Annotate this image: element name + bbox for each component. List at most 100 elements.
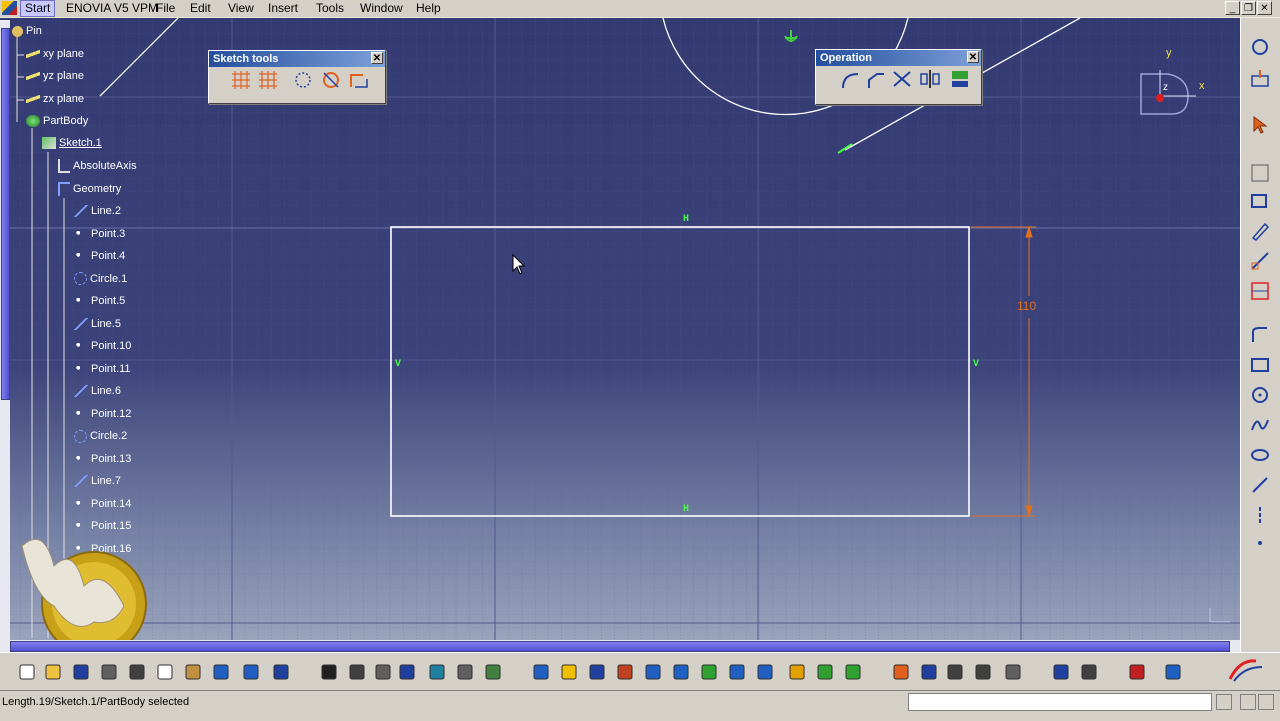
- horizontal-scrollbar-thumb[interactable]: [10, 641, 1230, 652]
- spline-icon[interactable]: [1249, 414, 1271, 436]
- rectangle-icon[interactable]: [1249, 354, 1271, 376]
- catia-app-icon[interactable]: [2, 1, 17, 15]
- sketch-tools-toolbar[interactable]: Sketch tools ✕: [208, 50, 386, 104]
- operation-toolbar[interactable]: Operation ✕: [815, 49, 982, 105]
- cut-icon[interactable]: [126, 661, 148, 683]
- copy-icon[interactable]: [154, 661, 176, 683]
- iso-view-icon[interactable]: [754, 661, 776, 683]
- hide-icon[interactable]: [814, 661, 836, 683]
- profile-icon[interactable]: [1249, 162, 1271, 184]
- dimensional-constraints-icon[interactable]: [347, 69, 371, 91]
- menu-start[interactable]: Start: [20, 0, 56, 17]
- close-window-button[interactable]: ✕: [1257, 1, 1272, 15]
- list-icon[interactable]: [944, 661, 966, 683]
- tree-scrollbar[interactable]: [0, 20, 10, 640]
- exit-workbench-icon[interactable]: [1249, 36, 1271, 58]
- construction-element-icon[interactable]: [291, 69, 315, 91]
- undo-icon[interactable]: [210, 661, 232, 683]
- trim-icon[interactable]: [890, 68, 914, 90]
- tree-item-geometry-element[interactable]: Line.7: [74, 473, 121, 489]
- zoom-in-icon[interactable]: [642, 661, 664, 683]
- project-3d-elements-icon[interactable]: [948, 68, 972, 90]
- shading-icon[interactable]: [786, 661, 808, 683]
- apply-material-icon[interactable]: [1126, 661, 1148, 683]
- menu-enovia[interactable]: ENOVIA V5 VPM: [62, 1, 162, 16]
- part-icon[interactable]: [1078, 661, 1100, 683]
- tree-item-geometry-element[interactable]: Point.13: [74, 451, 131, 467]
- rectangle-tool-icon[interactable]: [1249, 190, 1271, 212]
- tree-item-geometry-element[interactable]: Line.6: [74, 383, 121, 399]
- constraint-icon[interactable]: [890, 661, 912, 683]
- restore-button[interactable]: ❐: [1241, 1, 1256, 15]
- horizontal-scrollbar[interactable]: [0, 640, 1240, 652]
- close-icon[interactable]: ✕: [371, 52, 383, 64]
- pan-icon[interactable]: [586, 661, 608, 683]
- catalog-icon[interactable]: [426, 661, 448, 683]
- rotate-icon[interactable]: [614, 661, 636, 683]
- mirror-icon[interactable]: [918, 68, 942, 90]
- minimize-button[interactable]: _: [1225, 1, 1240, 15]
- tree-item-xy-plane[interactable]: xy plane: [26, 46, 84, 62]
- redo-icon[interactable]: [240, 661, 262, 683]
- pencil-icon[interactable]: [1249, 220, 1271, 242]
- tree-item-geometry[interactable]: Geometry: [58, 181, 121, 197]
- tree-item-geometry-element[interactable]: Point.3: [74, 226, 125, 242]
- tree-item-absolute-axis[interactable]: AbsoluteAxis: [58, 158, 137, 174]
- command-button-3[interactable]: [1258, 694, 1274, 710]
- formula-icon[interactable]: [318, 661, 340, 683]
- line-icon[interactable]: [1249, 474, 1271, 496]
- multi-view-icon[interactable]: [726, 661, 748, 683]
- knowledge-icon[interactable]: [346, 661, 368, 683]
- ellipse-icon[interactable]: [1249, 444, 1271, 466]
- sketch-viewport[interactable]: H H V V 110 y x z Pin xy plane yz plane …: [0, 18, 1240, 640]
- command-button[interactable]: [1216, 694, 1232, 710]
- tree-item-geometry-element[interactable]: Point.4: [74, 248, 125, 264]
- tree-item-geometry-element[interactable]: Line.2: [74, 203, 121, 219]
- menu-insert[interactable]: Insert: [264, 1, 302, 16]
- save-icon[interactable]: [70, 661, 92, 683]
- tree-item-geometry-element[interactable]: Point.14: [74, 496, 131, 512]
- parameters-icon[interactable]: [972, 661, 994, 683]
- command-input[interactable]: [908, 693, 1212, 711]
- print-icon[interactable]: [98, 661, 120, 683]
- workbench-icon[interactable]: [1162, 661, 1184, 683]
- select-arrow-icon[interactable]: [1249, 114, 1271, 136]
- zoom-out-icon[interactable]: [670, 661, 692, 683]
- menu-file[interactable]: File: [152, 1, 179, 16]
- circle-icon[interactable]: [1249, 384, 1271, 406]
- dimension-value[interactable]: 110: [1017, 299, 1036, 313]
- tree-item-geometry-element[interactable]: Point.11: [74, 361, 131, 377]
- swap-visible-icon[interactable]: [842, 661, 864, 683]
- tree-item-partbody[interactable]: PartBody: [26, 113, 88, 129]
- tree-root[interactable]: Pin: [12, 23, 42, 39]
- profile-tool-icon[interactable]: [1249, 324, 1271, 346]
- tree-item-sketch[interactable]: Sketch.1: [42, 135, 102, 151]
- tree-item-geometry-element[interactable]: Point.10: [74, 338, 131, 354]
- menu-edit[interactable]: Edit: [186, 1, 215, 16]
- tree-item-geometry-element[interactable]: Line.5: [74, 316, 121, 332]
- hide-show-icon[interactable]: [530, 661, 552, 683]
- analyze-icon[interactable]: [482, 661, 504, 683]
- toolbar-icon[interactable]: [918, 661, 940, 683]
- sketch-icon[interactable]: [1249, 68, 1271, 90]
- fit-all-icon[interactable]: [558, 661, 580, 683]
- command-button-2[interactable]: [1240, 694, 1256, 710]
- new-document-icon[interactable]: [16, 661, 38, 683]
- menu-window[interactable]: Window: [356, 1, 407, 16]
- tree-item-geometry-element[interactable]: Point.12: [74, 406, 131, 422]
- tree-item-geometry-element[interactable]: Circle.2: [74, 428, 127, 444]
- law-icon[interactable]: [372, 661, 394, 683]
- grid-icon[interactable]: [229, 69, 253, 91]
- help-icon[interactable]: [270, 661, 292, 683]
- tree-item-geometry-element[interactable]: Circle.1: [74, 271, 127, 287]
- tree-scrollbar-thumb[interactable]: [1, 28, 10, 400]
- close-icon[interactable]: ✕: [967, 51, 979, 63]
- measure-icon[interactable]: [1249, 250, 1271, 272]
- tree-item-geometry-element[interactable]: Point.5: [74, 293, 125, 309]
- geometrical-constraints-icon[interactable]: [319, 69, 343, 91]
- lock-icon[interactable]: [454, 661, 476, 683]
- open-folder-icon[interactable]: [42, 661, 64, 683]
- menu-tools[interactable]: Tools: [312, 1, 348, 16]
- chamfer-icon[interactable]: [864, 68, 888, 90]
- axis-line-icon[interactable]: [1249, 504, 1271, 526]
